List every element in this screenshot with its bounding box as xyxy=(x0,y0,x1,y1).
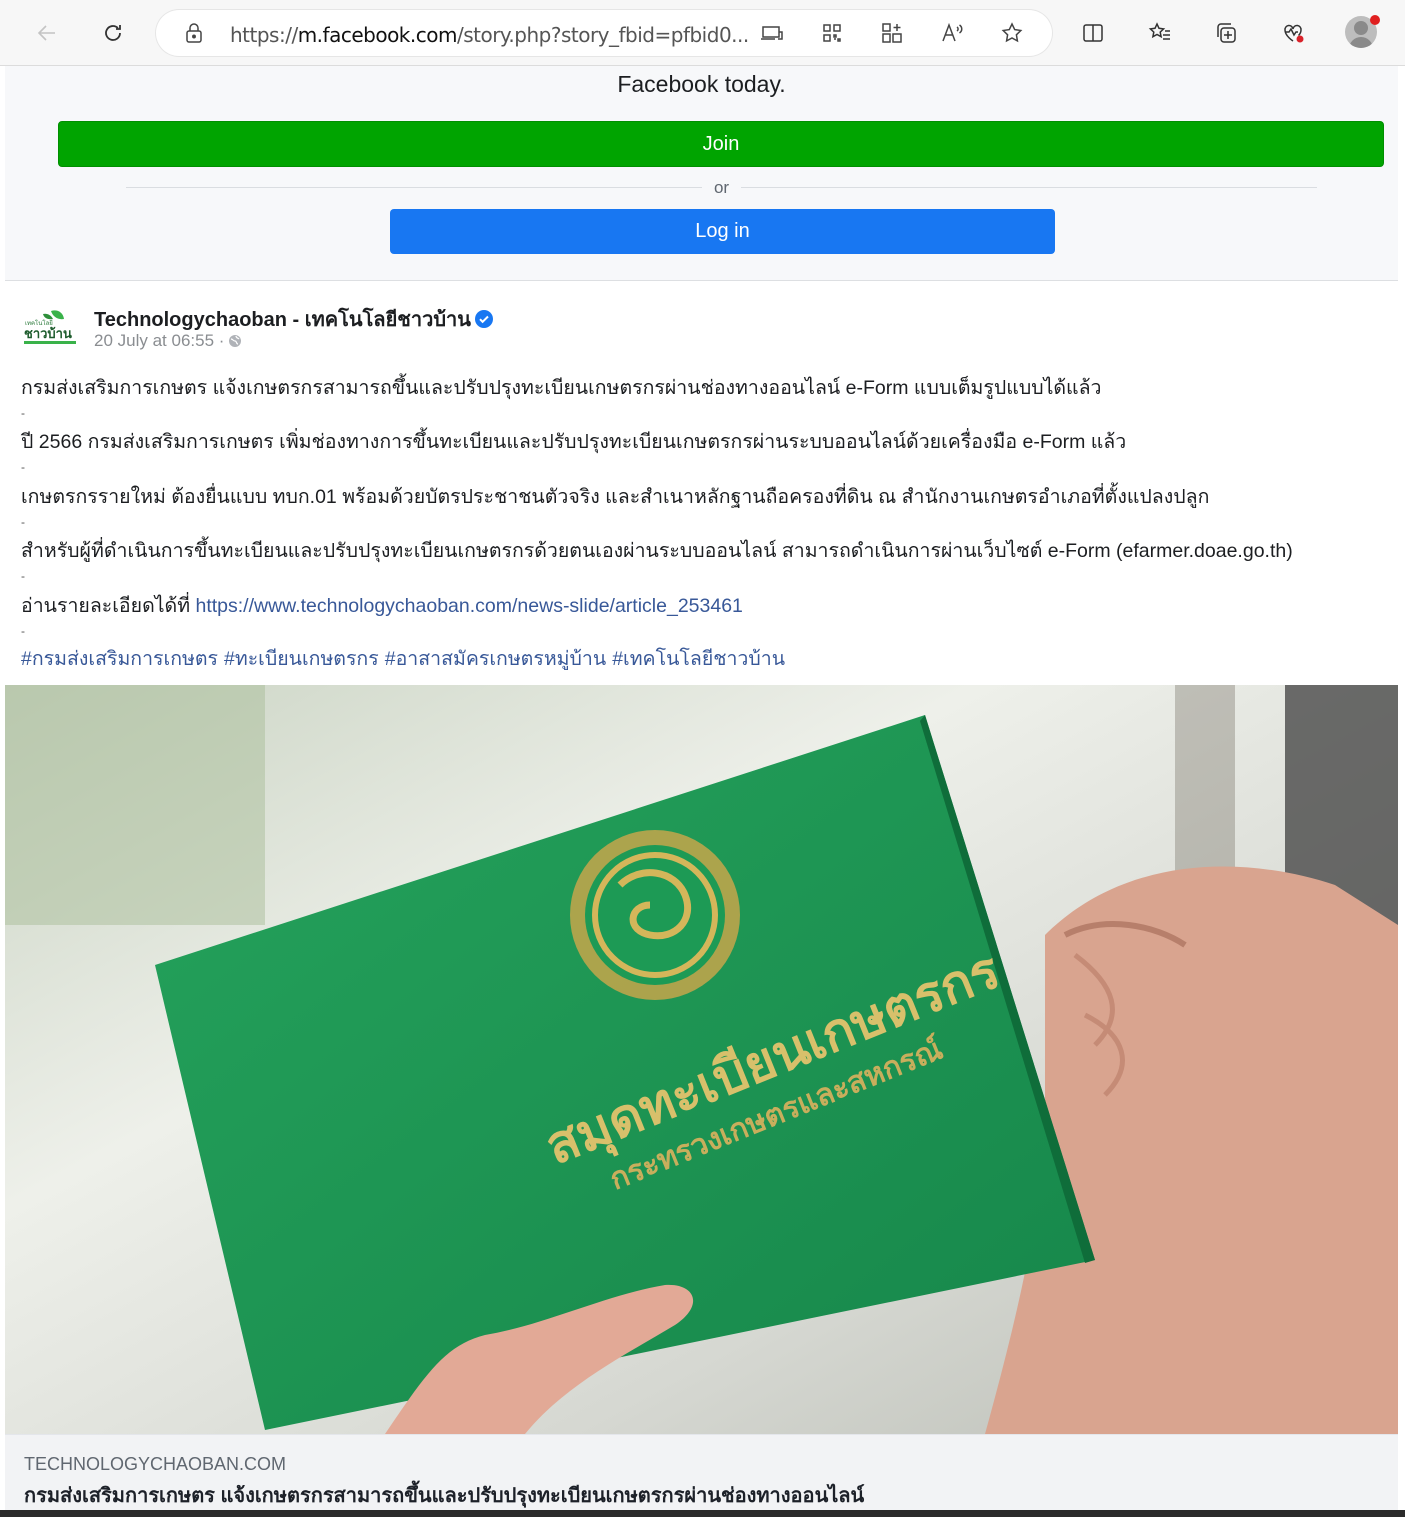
hashtag[interactable]: #กรมส่งเสริมการเกษตร xyxy=(21,648,218,670)
signup-prompt: Facebook today. Join or Log in xyxy=(5,66,1398,281)
app-install-icon[interactable] xyxy=(880,21,904,45)
page-logo[interactable]: เทคโนโลยี ชาวบ้าน xyxy=(23,305,78,347)
verified-icon xyxy=(474,310,493,328)
address-bar[interactable]: https://m.facebook.com/story.php?story_f… xyxy=(156,10,1052,56)
separator: - xyxy=(21,624,25,638)
article-link[interactable]: https://www.technologychaoban.com/news-s… xyxy=(195,595,742,617)
post-photo[interactable]: สมุดทะเบียนเกษตรกร กระทรวงเกษตรและสหกรณ์ xyxy=(5,685,1398,1434)
link-preview-title[interactable]: กรมส่งเสริมการเกษตร แจ้งเกษตรกรสามารถขึ้… xyxy=(24,1479,864,1511)
or-separator: or xyxy=(5,178,1405,198)
browser-toolbar: https://m.facebook.com/story.php?story_f… xyxy=(0,0,1405,66)
qr-code-icon[interactable] xyxy=(820,21,844,45)
post-paragraph: ปี 2566 กรมส่งเสริมการเกษตร เพิ่มช่องทาง… xyxy=(21,431,1127,453)
globe-icon xyxy=(229,335,242,347)
separator: - xyxy=(21,406,25,420)
post-paragraph: กรมส่งเสริมการเกษตร แจ้งเกษตรกรสามารถขึ้… xyxy=(21,377,1102,399)
health-icon[interactable] xyxy=(1273,13,1313,53)
link-preview-domain: TECHNOLOGYCHAOBAN.COM xyxy=(24,1454,287,1474)
lock-icon[interactable] xyxy=(182,21,206,45)
post-timestamp[interactable]: 20 July at 06:55 · xyxy=(94,331,242,351)
post-paragraph: สำหรับผู้ที่ดำเนินการขึ้นทะเบียนและปรับป… xyxy=(21,540,1293,562)
bottom-edge xyxy=(0,1510,1405,1517)
separator: - xyxy=(21,460,25,474)
hashtag-list: #กรมส่งเสริมการเกษตร #ทะเบียนเกษตรกร #อาสา… xyxy=(21,647,791,671)
favorites-icon[interactable] xyxy=(1140,13,1180,53)
collections-icon[interactable] xyxy=(1206,13,1246,53)
link-preview[interactable]: TECHNOLOGYCHAOBAN.COM กรมส่งเสริมการเกษต… xyxy=(5,1434,1398,1517)
svg-text:ชาวบ้าน: ชาวบ้าน xyxy=(24,326,72,342)
star-icon[interactable] xyxy=(1000,21,1024,45)
screen-cast-icon[interactable] xyxy=(760,21,784,45)
refresh-icon[interactable] xyxy=(93,13,133,53)
url-text[interactable]: https://m.facebook.com/story.php?story_f… xyxy=(230,23,749,47)
read-more-line: อ่านรายละเอียดได้ที่ https://www.technol… xyxy=(21,595,743,617)
read-aloud-icon[interactable] xyxy=(940,21,964,45)
hashtag[interactable]: #ทะเบียนเกษตรกร xyxy=(224,648,379,670)
separator: - xyxy=(21,569,25,583)
post-paragraph: เกษตรกรรายใหม่ ต้องยื่นแบบ ทบก.01 พร้อมด… xyxy=(21,486,1210,508)
separator: - xyxy=(21,515,25,529)
login-button[interactable]: Log in xyxy=(390,209,1055,254)
hashtag[interactable]: #อาสาสมัครเกษตรหมู่บ้าน xyxy=(385,648,606,670)
join-button[interactable]: Join xyxy=(58,121,1384,167)
split-screen-icon[interactable] xyxy=(1073,13,1113,53)
post: เทคโนโลยี ชาวบ้าน Technologychaoban - เท… xyxy=(5,281,1398,1517)
hashtag[interactable]: #เทคโนโลยีชาวบ้าน xyxy=(612,648,785,670)
svg-text:เทคโนโลยี: เทคโนโลยี xyxy=(25,319,53,327)
signup-message: Facebook today. xyxy=(617,71,786,97)
notification-dot xyxy=(1370,15,1380,25)
back-icon[interactable] xyxy=(27,13,67,53)
